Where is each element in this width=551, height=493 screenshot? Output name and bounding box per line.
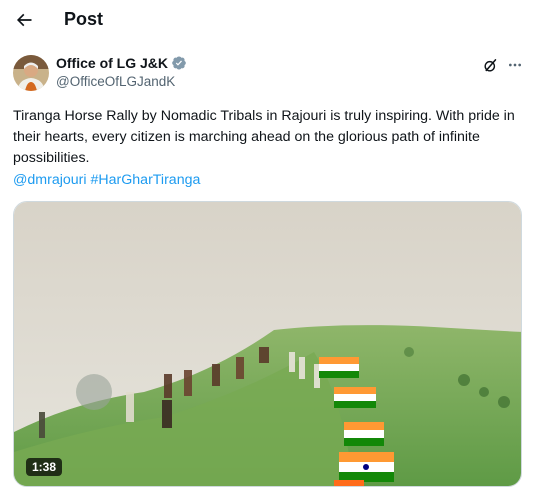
- author-handle[interactable]: @OfficeOfLGJandK: [56, 74, 175, 89]
- back-button[interactable]: [10, 6, 38, 34]
- post: Office of LG J&K @OfficeOfLGJandK Tirang…: [0, 42, 539, 493]
- author-name-link[interactable]: Office of LG J&K: [56, 55, 187, 71]
- page-title: Post: [64, 9, 104, 29]
- post-links: @dmrajouri #HarGharTiranga: [13, 170, 200, 191]
- verified-badge-icon: [171, 55, 187, 71]
- post-text: Tiranga Horse Rally by Nomadic Tribals i…: [13, 108, 515, 166]
- grok-icon: [483, 58, 496, 72]
- video-player[interactable]: 1:38: [13, 201, 522, 487]
- author-name: Office of LG J&K: [56, 55, 169, 71]
- hashtag-link[interactable]: #HarGharTiranga: [91, 172, 201, 188]
- more-horizontal-icon: [509, 63, 521, 67]
- grok-button[interactable]: [480, 55, 500, 75]
- video-thumbnail: [14, 202, 521, 486]
- arrow-left-icon: [16, 13, 32, 27]
- top-bar: Post: [0, 0, 551, 42]
- more-options-button[interactable]: [505, 55, 525, 75]
- mention-link[interactable]: @dmrajouri: [13, 172, 87, 188]
- video-duration-badge: 1:38: [26, 458, 63, 476]
- avatar[interactable]: [13, 55, 49, 91]
